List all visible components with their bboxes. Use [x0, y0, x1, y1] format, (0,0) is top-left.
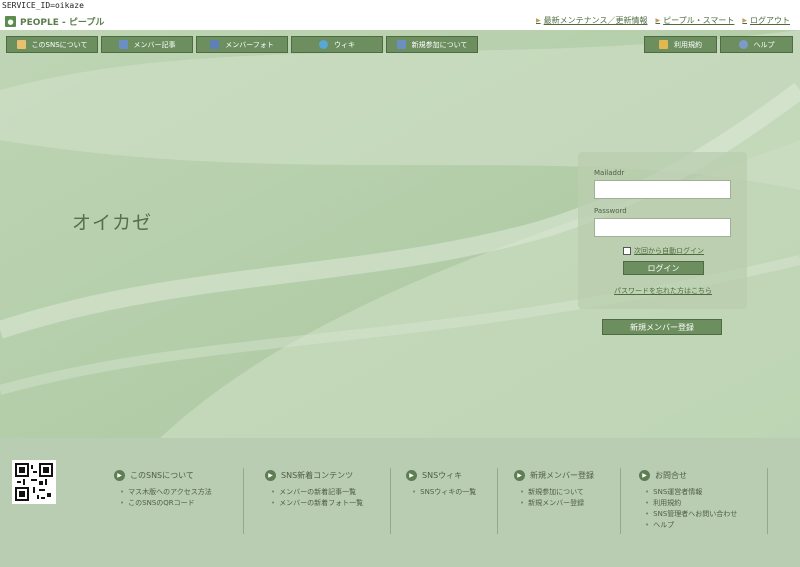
nav-label: メンバー記事 [133, 40, 176, 49]
login-button[interactable]: ログイン [623, 261, 704, 275]
qr-code-icon [15, 463, 53, 501]
footer-link[interactable]: メンバーの新着フォト一覧 [271, 498, 363, 509]
globe-icon [319, 40, 328, 49]
nav-terms[interactable]: 利用規約 [644, 36, 717, 53]
nav-label: ヘルプ [753, 40, 775, 49]
mail-label: Mailaddr [594, 169, 625, 177]
add-user-icon [396, 40, 406, 49]
footer-heading-contact[interactable]: ▶ お問合せ [639, 470, 737, 481]
footer-link[interactable]: このSNSのQRコード [120, 498, 212, 509]
arrow-right-icon: ▶ [536, 17, 541, 24]
play-circle-icon: ▶ [265, 470, 276, 481]
play-circle-icon: ▶ [514, 470, 525, 481]
link-maintenance[interactable]: ▶ 最新メンテナンス／更新情報 [536, 15, 647, 26]
forgot-password-link[interactable]: パスワードを忘れた方はこちら [614, 286, 712, 296]
footer-heading-label: お問合せ [655, 471, 687, 480]
person-icon: ● [5, 16, 16, 27]
nav-label: 新規参加について [411, 40, 468, 49]
footer-heading-about[interactable]: ▶ このSNSについて [114, 470, 212, 481]
help-icon [738, 40, 748, 49]
nav-help[interactable]: ヘルプ [720, 36, 793, 53]
link-label: ログアウト [750, 16, 790, 25]
password-label: Password [594, 207, 627, 215]
pencil-icon [659, 40, 668, 49]
play-circle-icon: ▶ [639, 470, 650, 481]
nav-label: メンバーフォト [225, 40, 274, 49]
auto-login-option[interactable]: 次回から自動ログイン [623, 246, 704, 256]
footer-link[interactable]: 利用規約 [645, 498, 737, 509]
footer-heading-label: このSNSについて [130, 471, 194, 480]
logo-text: PEOPLE - ピープル [20, 18, 105, 28]
password-field[interactable] [594, 218, 731, 237]
link-label: 最新メンテナンス／更新情報 [543, 16, 648, 25]
link-label: ピープル・スマート [663, 16, 735, 25]
register-button[interactable]: 新規メンバー登録 [602, 319, 722, 335]
people-icon [16, 40, 26, 49]
footer-link[interactable]: SNSウィキの一覧 [412, 487, 476, 498]
footer-divider [767, 468, 768, 534]
footer-heading-label: 新規メンバー登録 [530, 471, 594, 480]
footer-heading-wiki[interactable]: ▶ SNSウィキ [406, 470, 476, 481]
footer-col-register: ▶ 新規メンバー登録 新規参加について 新規メンバー登録 [514, 470, 594, 509]
nav-wiki[interactable]: ウィキ [291, 36, 383, 53]
footer-heading-new-contents[interactable]: ▶ SNS新着コンテンツ [265, 470, 363, 481]
footer: ▶ このSNSについて マス木版へのアクセス方法 このSNSのQRコード ▶ SNS… [0, 438, 800, 567]
service-id-text: SERVICE_ID=oikaze [2, 1, 84, 10]
footer-link[interactable]: SNS運営者情報 [645, 487, 737, 498]
nav-label: 利用規約 [674, 40, 702, 49]
nav-label: ウィキ [334, 40, 355, 49]
hero-area: このSNSについて メンバー記事 メンバーフォト ウィキ 新規参加について 利用… [0, 30, 800, 438]
nav-member-articles[interactable]: メンバー記事 [101, 36, 193, 53]
play-circle-icon: ▶ [406, 470, 417, 481]
nav-member-photos[interactable]: メンバーフォト [196, 36, 288, 53]
footer-col-new-contents: ▶ SNS新着コンテンツ メンバーの新着記事一覧 メンバーの新着フォト一覧 [265, 470, 363, 509]
site-logo[interactable]: ● PEOPLE - ピープル [5, 15, 104, 28]
play-circle-icon: ▶ [114, 470, 125, 481]
footer-link[interactable]: SNS管理者へお問い合わせ [645, 509, 737, 520]
link-logout[interactable]: ▶ ログアウト [742, 15, 790, 26]
nav-label: このSNSについて [31, 40, 88, 49]
footer-col-wiki: ▶ SNSウィキ SNSウィキの一覧 [406, 470, 476, 498]
footer-divider [620, 468, 621, 534]
arrow-right-icon: ▶ [742, 17, 747, 24]
footer-col-about: ▶ このSNSについて マス木版へのアクセス方法 このSNSのQRコード [114, 470, 212, 509]
footer-divider [390, 468, 391, 534]
top-bar: SERVICE_ID=oikaze ● PEOPLE - ピープル ▶ 最新メンテ… [0, 0, 800, 30]
document-icon [118, 40, 128, 49]
footer-heading-register[interactable]: ▶ 新規メンバー登録 [514, 470, 594, 481]
site-title: オイカゼ [72, 212, 153, 234]
footer-heading-label: SNS新着コンテンツ [281, 471, 354, 480]
arrow-right-icon: ▶ [655, 17, 661, 24]
footer-link[interactable]: ヘルプ [645, 520, 737, 531]
footer-divider [497, 468, 498, 534]
login-panel: Mailaddr Password 次回から自動ログイン ログイン パスワードを… [578, 152, 747, 309]
main-nav: このSNSについて メンバー記事 メンバーフォト ウィキ 新規参加について 利用… [0, 36, 800, 56]
nav-about-sns[interactable]: このSNSについて [6, 36, 98, 53]
photo-icon [210, 40, 220, 49]
footer-link[interactable]: メンバーの新着記事一覧 [271, 487, 363, 498]
footer-link[interactable]: 新規参加について [520, 487, 594, 498]
auto-login-label[interactable]: 次回から自動ログイン [634, 246, 704, 256]
top-links: ▶ 最新メンテナンス／更新情報 ▶ ピープル・スマート ▶ ログアウト [536, 15, 790, 26]
footer-link[interactable]: 新規メンバー登録 [520, 498, 594, 509]
footer-col-contact: ▶ お問合せ SNS運営者情報 利用規約 SNS管理者へお問い合わせ ヘルプ [639, 470, 737, 531]
email-field[interactable] [594, 180, 731, 199]
link-people-smart[interactable]: ▶ ピープル・スマート [655, 15, 734, 26]
footer-divider [243, 468, 244, 534]
footer-heading-label: SNSウィキ [422, 471, 463, 480]
auto-login-checkbox[interactable] [623, 247, 631, 255]
qr-code [12, 460, 56, 504]
footer-link[interactable]: マス木版へのアクセス方法 [120, 487, 212, 498]
nav-join[interactable]: 新規参加について [386, 36, 478, 53]
